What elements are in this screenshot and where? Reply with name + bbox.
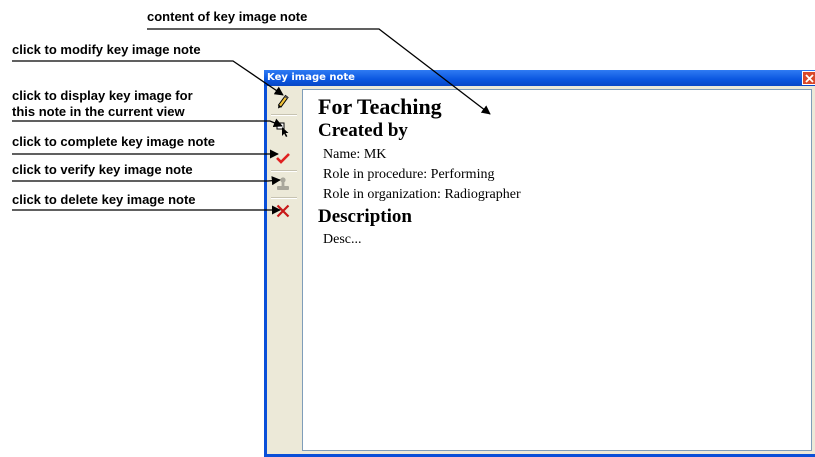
- delete-button[interactable]: [275, 203, 291, 219]
- creator-name: Name: MK: [323, 147, 387, 162]
- close-button[interactable]: [802, 71, 815, 85]
- complete-button[interactable]: [275, 150, 291, 166]
- modify-button[interactable]: [275, 94, 291, 110]
- callout-modify: click to modify key image note: [12, 42, 201, 57]
- callout-display-line1: click to display key image for: [12, 88, 193, 103]
- description-heading: Description: [318, 206, 412, 227]
- callout-verify: click to verify key image note: [12, 162, 193, 177]
- toolbar-separator: [271, 197, 297, 199]
- description-text: Desc...: [323, 232, 362, 247]
- callout-delete: click to delete key image note: [12, 192, 196, 207]
- display-button[interactable]: [275, 121, 291, 137]
- note-title: For Teaching: [318, 94, 442, 119]
- display-image-icon: [276, 122, 289, 137]
- leader-display: [12, 118, 283, 128]
- title-bar[interactable]: Key image note: [264, 70, 815, 86]
- role-in-organization: Role in organization: Radiographer: [323, 187, 521, 202]
- note-toolbar: [267, 86, 301, 454]
- created-by-heading: Created by: [318, 120, 408, 141]
- delete-x-icon: [276, 204, 290, 218]
- figure-canvas: content of key image note click to modif…: [0, 0, 815, 457]
- leader-verify: [12, 176, 281, 186]
- stamp-icon: [277, 177, 289, 190]
- callout-content: content of key image note: [147, 9, 308, 24]
- pencil-icon: [277, 94, 289, 109]
- key-image-note-window: Key image note For Teaching Created by N…: [264, 70, 815, 457]
- window-title: Key image note: [267, 72, 355, 83]
- callout-complete: click to complete key image note: [12, 134, 216, 149]
- note-content-pane[interactable]: For Teaching Created by Name: MK Role in…: [302, 89, 812, 451]
- verify-button[interactable]: [275, 176, 291, 192]
- role-in-procedure: Role in procedure: Performing: [323, 167, 495, 182]
- toolbar-separator: [271, 114, 297, 116]
- toolbar-separator: [271, 170, 297, 172]
- close-icon: [805, 74, 814, 83]
- callout-display-line2: this note in the current view: [12, 104, 185, 119]
- checkmark-icon: [276, 153, 290, 164]
- window-client-area: For Teaching Created by Name: MK Role in…: [267, 86, 815, 454]
